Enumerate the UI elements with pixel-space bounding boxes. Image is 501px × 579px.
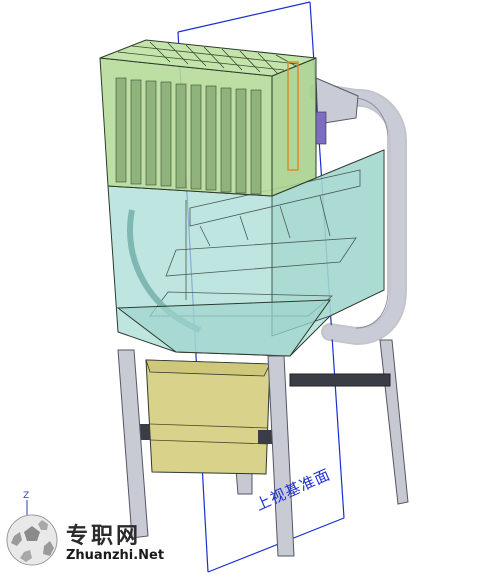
pulse-valve[interactable] [315,111,327,145]
cross-brace[interactable] [289,373,391,387]
triad-z-axis-label: Z [23,491,30,501]
watermark-site-name: 专职网 [66,524,142,549]
soccer-ball-icon [6,514,58,566]
filter-housing[interactable] [99,39,327,197]
cad-viewport[interactable] [0,0,501,575]
collection-bin[interactable] [138,359,272,475]
watermark-site-url: Zhuanzhi.Net [66,548,165,563]
dust-collector-model [6,1,409,573]
